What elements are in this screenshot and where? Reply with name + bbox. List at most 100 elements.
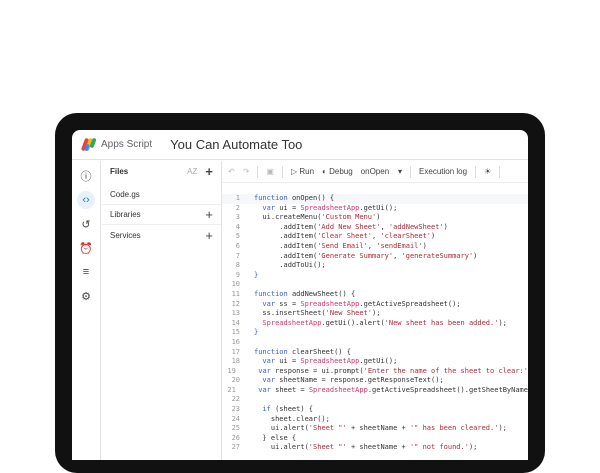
debug-button[interactable]: ◐ Debug bbox=[322, 167, 353, 176]
function-select[interactable]: onOpen ▾ bbox=[361, 167, 402, 176]
line-number: 27 bbox=[231, 443, 240, 452]
code-token: ); bbox=[498, 424, 507, 433]
code-line: 7 .addItem('Generate Summary', 'generate… bbox=[222, 252, 528, 262]
code-token: 'Add New Sheet' bbox=[317, 222, 381, 231]
code-token: .addItem( bbox=[254, 232, 318, 241]
code-token: ); bbox=[372, 309, 381, 318]
code-token: ui.alert( bbox=[254, 443, 309, 452]
code-token: + sheetName + bbox=[346, 424, 410, 433]
code-token: function bbox=[254, 347, 292, 356]
triggers-icon[interactable]: ⏰ bbox=[77, 239, 95, 257]
function-select-value: onOpen bbox=[360, 167, 390, 176]
line-number: 4 bbox=[235, 222, 240, 231]
undo-icon[interactable]: ↶ bbox=[228, 167, 235, 176]
line-number: 22 bbox=[231, 395, 240, 404]
code-token: } else { bbox=[254, 433, 297, 442]
code-token: 'Custom Menu' bbox=[321, 213, 377, 222]
line-number: 20 bbox=[231, 376, 240, 385]
executions-icon[interactable]: ≡ bbox=[77, 263, 95, 281]
line-number: 2 bbox=[235, 203, 240, 212]
redo-icon[interactable]: ↷ bbox=[243, 167, 250, 176]
run-label: Run bbox=[299, 167, 315, 176]
code-editor: ↶ ↷ ▣ ▷ Run ◐ Debug onOpen ▾ Execution l… bbox=[222, 161, 528, 460]
run-button[interactable]: ▷ Run bbox=[291, 167, 314, 176]
code-token: 'New sheet has been added.' bbox=[384, 318, 499, 327]
code-token: ui = bbox=[279, 203, 301, 212]
add-file-button[interactable]: + bbox=[205, 164, 213, 179]
line-number: 7 bbox=[235, 251, 240, 260]
code-token: .getActiveSpreadsheet().getSheetByName bbox=[367, 385, 528, 394]
code-token: var bbox=[254, 376, 280, 385]
code-line: 8 .addToUi(); bbox=[222, 261, 528, 271]
code-token: 'New Sheet' bbox=[325, 309, 373, 318]
code-area[interactable]: 1 function onOpen() {2 var ui = Spreadshe… bbox=[222, 194, 528, 453]
app-name: Apps Script bbox=[101, 139, 153, 150]
info-icon[interactable]: ⓘ bbox=[77, 167, 95, 185]
line-number: 14 bbox=[231, 318, 240, 327]
code-token: SpreadsheetApp bbox=[300, 357, 360, 366]
code-token: var bbox=[249, 385, 276, 394]
sort-az-icon[interactable]: AZ bbox=[187, 167, 197, 176]
code-token: 'Enter the name of the sheet to clear:' bbox=[363, 366, 528, 375]
code-token: .getActiveSpreadsheet(); bbox=[359, 299, 461, 308]
code-line: 9} bbox=[222, 271, 528, 281]
code-line: 22 bbox=[222, 395, 528, 405]
code-token: SpreadsheetApp bbox=[254, 318, 322, 327]
code-token: 'generateSummary' bbox=[401, 251, 474, 260]
apps-script-editor: Apps Script You Can Automate Too ⓘ ‹› ↺ ⏰ ≡ ⚙… bbox=[72, 130, 528, 460]
code-token: ui.alert( bbox=[254, 424, 309, 433]
code-line: 2 var ui = SpreadsheetApp .getUi(); bbox=[222, 204, 528, 214]
debug-label: Debug bbox=[329, 167, 353, 176]
code-token: sheet = bbox=[275, 385, 309, 394]
code-line: 25 ui.alert('Sheet "' + sheetName + '" h… bbox=[222, 424, 528, 434]
line-number: 16 bbox=[231, 337, 240, 346]
code-token: .addItem( bbox=[254, 251, 318, 260]
code-token: , bbox=[380, 222, 389, 231]
files-panel: Files AZ + Code.gs Libraries + Services + bbox=[102, 161, 222, 460]
save-icon[interactable]: ▣ bbox=[266, 167, 274, 176]
code-token: 'Send Email' bbox=[317, 241, 368, 250]
code-line: 4 .addItem('Add New Sheet', 'addNewSheet… bbox=[222, 223, 528, 233]
code-token: '" not found.' bbox=[409, 443, 469, 452]
code-line: 15} bbox=[222, 328, 528, 338]
code-token: , bbox=[372, 232, 381, 241]
code-line: 10 bbox=[222, 280, 528, 290]
code-token: sheetName = response.getResponseText(); bbox=[279, 376, 444, 385]
code-line: 14 SpreadsheetApp .getUi().alert('New she… bbox=[222, 319, 528, 329]
add-service-button[interactable]: + bbox=[205, 228, 213, 243]
code-token: ) bbox=[431, 232, 436, 241]
line-number: 8 bbox=[235, 261, 240, 270]
code-line: 12 var ss = SpreadsheetApp .getActiveSpre… bbox=[222, 300, 528, 310]
line-number: 3 bbox=[235, 213, 240, 222]
theme-icon[interactable]: ☀ bbox=[484, 167, 491, 176]
code-token: ) bbox=[422, 241, 427, 250]
code-token: ) bbox=[443, 222, 448, 231]
code-token: .addToUi(); bbox=[254, 261, 326, 270]
code-icon[interactable]: ‹› bbox=[77, 191, 95, 209]
history-icon[interactable]: ↺ bbox=[77, 215, 95, 233]
file-code-gs[interactable]: Code.gs bbox=[110, 190, 140, 199]
code-token: if bbox=[254, 405, 276, 414]
code-token: ui = bbox=[279, 357, 301, 366]
code-line: 3 ui.createMenu('Custom Menu') bbox=[222, 213, 528, 223]
line-number: 26 bbox=[231, 433, 240, 442]
settings-icon[interactable]: ⚙ bbox=[77, 287, 95, 305]
code-line: 18 var ui = SpreadsheetApp .getUi(); bbox=[222, 357, 528, 367]
code-token: .getUi(); bbox=[359, 203, 398, 212]
code-token: onOpen() { bbox=[291, 194, 335, 202]
project-title[interactable]: You Can Automate Too bbox=[170, 137, 302, 152]
add-library-button[interactable]: + bbox=[205, 207, 213, 222]
code-token: 'Sheet "' bbox=[308, 424, 347, 433]
line-number: 17 bbox=[231, 347, 240, 356]
code-token: } bbox=[254, 328, 259, 337]
line-number: 23 bbox=[231, 405, 240, 414]
code-line: 26 } else { bbox=[222, 434, 528, 444]
code-token: .addItem( bbox=[254, 222, 318, 231]
code-token: 'Sheet "' bbox=[308, 443, 347, 452]
code-line: 20 var sheetName = response.getResponseT… bbox=[222, 376, 528, 386]
line-number: 13 bbox=[231, 309, 240, 318]
line-number: 9 bbox=[235, 270, 240, 279]
execution-log-button[interactable]: Execution log bbox=[419, 167, 467, 176]
libraries-label: Libraries bbox=[110, 210, 141, 219]
line-number: 6 bbox=[235, 241, 240, 250]
